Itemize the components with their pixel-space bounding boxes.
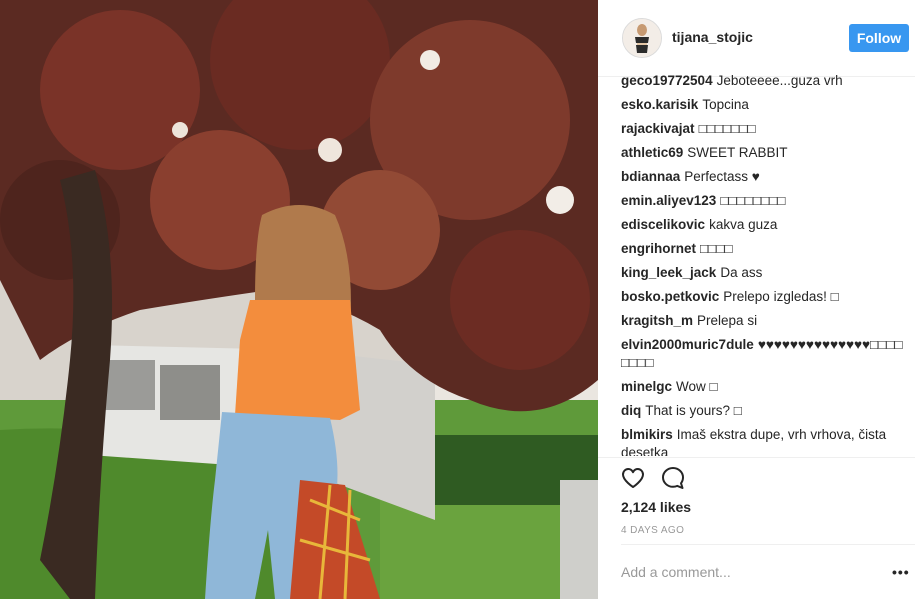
comment-username[interactable]: bosko.petkovic [621,289,719,304]
avatar-image [623,19,661,57]
comment-username[interactable]: elvin2000muric7dule [621,337,754,352]
comment-username[interactable]: minelgc [621,379,672,394]
comment-text: Topcina [702,97,749,112]
photo-illustration [0,0,598,599]
comment-username[interactable]: kragitsh_m [621,313,693,328]
more-options-icon[interactable]: ••• [892,564,910,580]
comment-text: □□□□ [700,241,733,256]
comments-list[interactable]: geco19772504 Jeboteeee...guza vrh esko.kar… [621,72,907,456]
comment-item: diq That is yours? □ [621,402,907,420]
add-comment-input[interactable] [621,562,881,582]
comment-item: esko.karisik Topcina [621,96,907,114]
comment-text: kakva guza [709,217,778,232]
divider [598,457,915,458]
comment-text: Jeboteeee...guza vrh [716,73,843,88]
comment-item: geco19772504 Jeboteeee...guza vrh [621,72,907,90]
comment-username[interactable]: blmikirs [621,427,673,442]
comment-item: emin.aliyev123 □□□□□□□□ [621,192,907,210]
username-link[interactable]: tijana_stojic [672,29,753,45]
post-timestamp[interactable]: 4 DAYS AGO [621,525,684,536]
comment-username[interactable]: diq [621,403,641,418]
comment-username[interactable]: geco19772504 [621,73,713,88]
comment-item: kragitsh_m Prelepa si [621,312,907,330]
comment-item: engrihornet □□□□ [621,240,907,258]
post-photo[interactable] [0,0,598,599]
post-header: tijana_stojic Follow [598,0,915,77]
comment-username[interactable]: king_leek_jack [621,265,716,280]
comment-item: minelgc Wow □ [621,378,907,396]
comment-username[interactable]: esko.karisik [621,97,698,112]
comment-item: king_leek_jack Da ass [621,264,907,282]
likes-count[interactable]: 2,124 likes [621,499,691,515]
comment-text: Prelepo izgledas! □ [723,289,839,304]
comment-text: That is yours? □ [645,403,742,418]
comment-text: □□□□□□□ [698,121,756,136]
comment-text: SWEET RABBIT [687,145,788,160]
comment-username[interactable]: rajackivajat [621,121,695,136]
comment-item: blmikirs Imaš ekstra dupe, vrh vrhova, či… [621,426,907,456]
divider [621,544,915,545]
follow-button[interactable]: Follow [849,24,909,52]
comment-item: ediscelikovic kakva guza [621,216,907,234]
avatar[interactable] [622,18,662,58]
comment-item: athletic69 SWEET RABBIT [621,144,907,162]
comment-username[interactable]: emin.aliyev123 [621,193,716,208]
comment-username[interactable]: engrihornet [621,241,696,256]
comment-username[interactable]: bdiannaa [621,169,680,184]
comment-text: Wow □ [676,379,718,394]
comment-item: rajackivajat □□□□□□□ [621,120,907,138]
comment-text: □□□□□□□□ [720,193,786,208]
comment-text: Da ass [720,265,763,280]
comment-item: bdiannaa Perfectass ♥ [621,168,907,186]
comment-username[interactable]: athletic69 [621,145,683,160]
comment-text: Perfectass ♥ [684,169,760,184]
comment-username[interactable]: ediscelikovic [621,217,705,232]
comment-text: Prelepa si [697,313,758,328]
heart-icon[interactable] [620,465,646,491]
post-side-panel: tijana_stojic Follow geco19772504 Jebotee… [598,0,915,599]
comment-item: bosko.petkovic Prelepo izgledas! □ [621,288,907,306]
comment-bubble-icon[interactable] [660,465,686,491]
comment-item: elvin2000muric7dule ♥♥♥♥♥♥♥♥♥♥♥♥♥♥□□□□□□□… [621,336,907,372]
